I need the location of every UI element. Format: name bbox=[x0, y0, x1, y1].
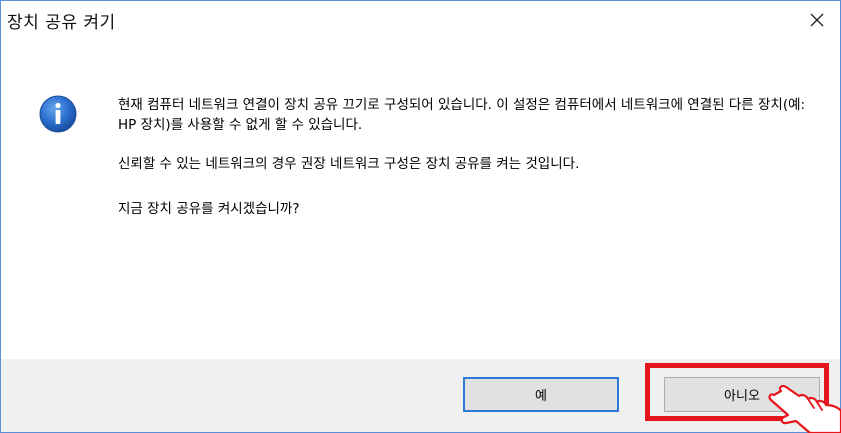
close-button[interactable] bbox=[794, 1, 840, 39]
message-line-3: 지금 장치 공유를 켜시겠습니까? bbox=[118, 201, 300, 217]
info-icon bbox=[39, 95, 77, 133]
yes-button[interactable]: 예 bbox=[463, 377, 619, 412]
message-line-2: 신뢰할 수 있는 네트워크의 경우 권장 네트워크 구성은 장치 공유를 켜는 … bbox=[118, 156, 580, 172]
share-device-dialog: 장치 공유 켜기 현재 컴퓨터 네트워크 연결이 장치 공유 끄기로 구성되어 … bbox=[0, 0, 841, 433]
title-bar: 장치 공유 켜기 bbox=[1, 1, 840, 39]
no-button[interactable]: 아니오 bbox=[664, 377, 820, 412]
dialog-content: 현재 컴퓨터 네트워크 연결이 장치 공유 끄기로 구성되어 있습니다. 이 설… bbox=[1, 39, 840, 359]
dialog-title: 장치 공유 켜기 bbox=[7, 13, 116, 33]
message-line-1: 현재 컴퓨터 네트워크 연결이 장치 공유 끄기로 구성되어 있습니다. 이 설… bbox=[118, 97, 806, 133]
close-icon bbox=[810, 13, 824, 27]
